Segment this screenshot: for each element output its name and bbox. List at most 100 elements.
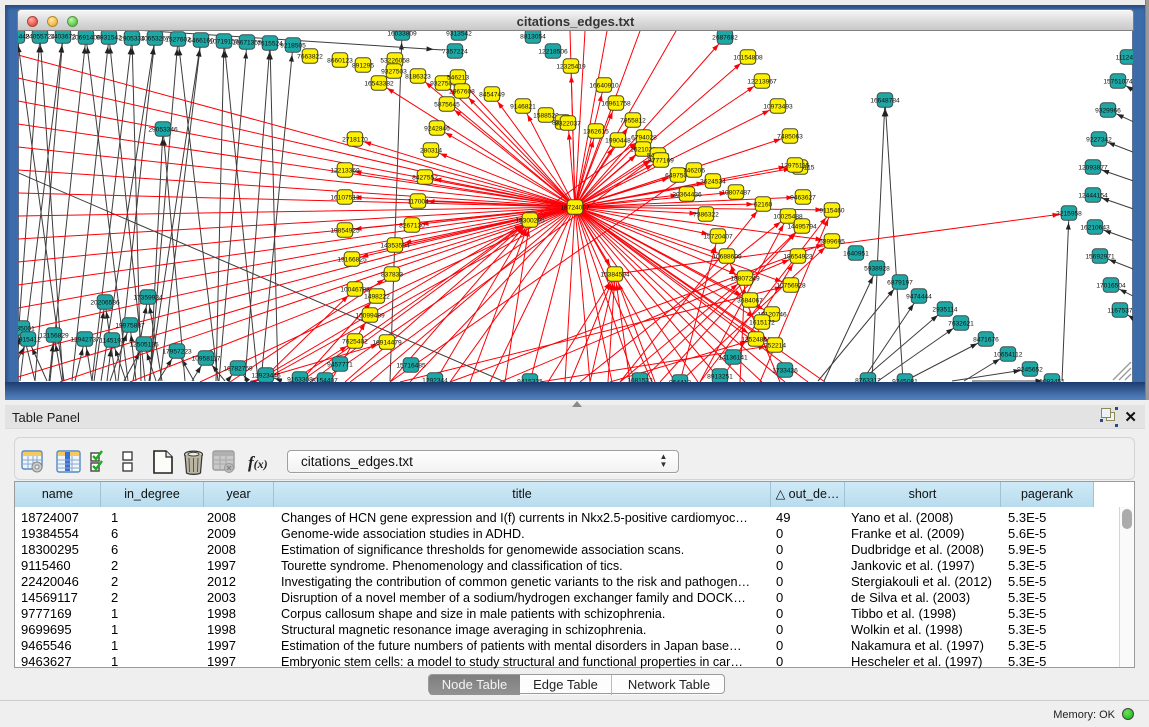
svg-text:16648784: 16648784	[870, 97, 900, 104]
svg-text:12213967: 12213967	[747, 78, 777, 85]
svg-text:10807487: 10807487	[721, 189, 751, 196]
svg-text:9457771: 9457771	[327, 361, 353, 368]
svg-text:19654923: 19654923	[783, 253, 813, 260]
svg-text:9415335: 9415335	[517, 378, 543, 382]
svg-text:15716485: 15716485	[396, 362, 426, 369]
svg-text:12444154: 12444154	[1078, 192, 1108, 199]
svg-text:9245652: 9245652	[1017, 366, 1043, 373]
svg-text:1733426: 1733426	[772, 367, 798, 374]
svg-text:3684067: 3684067	[737, 297, 763, 304]
svg-text:8427552: 8427552	[412, 174, 438, 181]
svg-text:15751074: 15751074	[1103, 78, 1133, 85]
svg-text:8322037: 8322037	[555, 120, 581, 127]
svg-text:7632621: 7632621	[948, 320, 974, 327]
svg-text:9474444: 9474444	[906, 293, 932, 300]
svg-text:16640910: 16640910	[589, 82, 619, 89]
svg-text:18300295: 18300295	[515, 217, 545, 224]
svg-text:9242846: 9242846	[424, 125, 450, 132]
svg-text:6879197: 6879197	[887, 279, 913, 286]
svg-text:837833: 837833	[381, 271, 403, 278]
svg-text:2967608: 2967608	[449, 88, 475, 95]
svg-text:3915412: 3915412	[18, 336, 41, 343]
svg-text:6794028: 6794028	[631, 134, 657, 141]
svg-text:3624534: 3624534	[700, 178, 726, 185]
svg-text:19166825: 19166825	[337, 256, 367, 263]
svg-text:252214: 252214	[764, 342, 786, 349]
svg-text:15692971: 15692971	[1085, 253, 1115, 260]
svg-text:1145193: 1145193	[99, 337, 125, 344]
svg-text:12975115: 12975115	[781, 162, 810, 169]
svg-text:12093877: 12093877	[1078, 164, 1108, 171]
svg-text:20206536: 20206536	[90, 299, 120, 306]
svg-text:7357224: 7357224	[442, 48, 468, 55]
svg-text:15720407: 15720407	[703, 233, 733, 240]
svg-text:20364436: 20364436	[672, 191, 702, 198]
svg-text:1362615: 1362615	[583, 128, 609, 135]
svg-text:7955812: 7955812	[620, 117, 646, 124]
svg-text:14353594: 14353594	[380, 242, 410, 249]
svg-text:8813054: 8813054	[520, 33, 546, 40]
svg-text:17957223: 17957223	[162, 348, 192, 355]
svg-text:1292344: 1292344	[422, 377, 448, 382]
svg-text:12505135: 12505135	[129, 341, 159, 348]
svg-text:16210643: 16210643	[1080, 224, 1110, 231]
svg-text:19854925: 19854925	[330, 227, 360, 234]
svg-text:1167537: 1167537	[1107, 307, 1133, 314]
svg-text:14136141: 14136141	[718, 354, 748, 361]
svg-text:53226058: 53226058	[380, 57, 410, 64]
svg-text:1615172: 1615172	[749, 319, 775, 326]
svg-text:7386322: 7386322	[693, 211, 719, 218]
svg-text:15384594: 15384594	[600, 271, 630, 278]
svg-text:16961758: 16961758	[601, 100, 631, 107]
svg-text:16033809: 16033809	[387, 31, 417, 37]
svg-text:8660123: 8660123	[327, 57, 353, 64]
svg-text:10958117: 10958117	[192, 355, 221, 362]
svg-text:117004: 117004	[407, 198, 429, 205]
svg-text:17016504: 17016504	[1096, 282, 1126, 289]
svg-text:14495794: 14495794	[787, 223, 817, 230]
svg-text:62160: 62160	[754, 201, 773, 208]
svg-text:10688609: 10688609	[712, 253, 742, 260]
svg-text:10973493: 10973493	[763, 103, 793, 110]
svg-text:9329966: 9329966	[1095, 107, 1121, 114]
svg-text:7663822: 7663822	[297, 53, 323, 60]
svg-text:7485063: 7485063	[777, 133, 803, 140]
svg-text:1435001: 1435001	[18, 325, 35, 332]
svg-text:1990448: 1990448	[605, 137, 631, 144]
svg-text:12218506: 12218506	[538, 48, 568, 55]
svg-text:16543382: 16543382	[364, 80, 394, 87]
svg-text:280314: 280314	[420, 147, 442, 154]
svg-text:746206: 746206	[683, 167, 705, 174]
svg-text:9146821: 9146821	[510, 103, 536, 110]
svg-text:8763312: 8763312	[855, 377, 881, 382]
svg-text:16099489: 16099489	[355, 312, 385, 319]
svg-text:16914479: 16914479	[372, 339, 402, 346]
svg-text:12213369: 12213369	[330, 167, 360, 174]
svg-text:18724007: 18724007	[560, 204, 590, 211]
svg-text:1093451: 1093451	[1039, 378, 1065, 382]
svg-text:19975887: 19975887	[115, 322, 145, 329]
svg-text:9245081: 9245081	[892, 378, 918, 382]
svg-text:7625402: 7625402	[342, 338, 368, 345]
svg-text:12923446: 12923446	[251, 372, 281, 379]
svg-text:2718170: 2718170	[342, 136, 368, 143]
svg-text:5875645: 5875645	[434, 101, 460, 108]
svg-text:9327503: 9327503	[381, 68, 407, 75]
svg-text:8471676: 8471676	[973, 336, 999, 343]
svg-text:8154407: 8154407	[312, 377, 338, 382]
svg-text:1081533: 1081533	[627, 377, 653, 382]
svg-text:1640951: 1640951	[843, 250, 869, 257]
svg-text:6899695: 6899695	[819, 238, 845, 245]
svg-text:29053346: 29053346	[148, 126, 178, 133]
svg-text:5938928: 5938928	[864, 265, 890, 272]
svg-text:16782759: 16782759	[223, 365, 253, 372]
svg-text:1498222: 1498222	[364, 293, 390, 300]
svg-text:9313542: 9313542	[446, 31, 472, 37]
svg-text:546213: 546213	[447, 74, 469, 81]
svg-text:2687682: 2687682	[712, 34, 738, 41]
svg-text:17359934: 17359934	[133, 294, 163, 301]
svg-text:10154808: 10154808	[733, 54, 763, 61]
svg-text:3215958: 3215958	[1056, 210, 1082, 217]
svg-text:16107512: 16107512	[330, 194, 360, 201]
svg-text:9115460: 9115460	[819, 207, 845, 214]
